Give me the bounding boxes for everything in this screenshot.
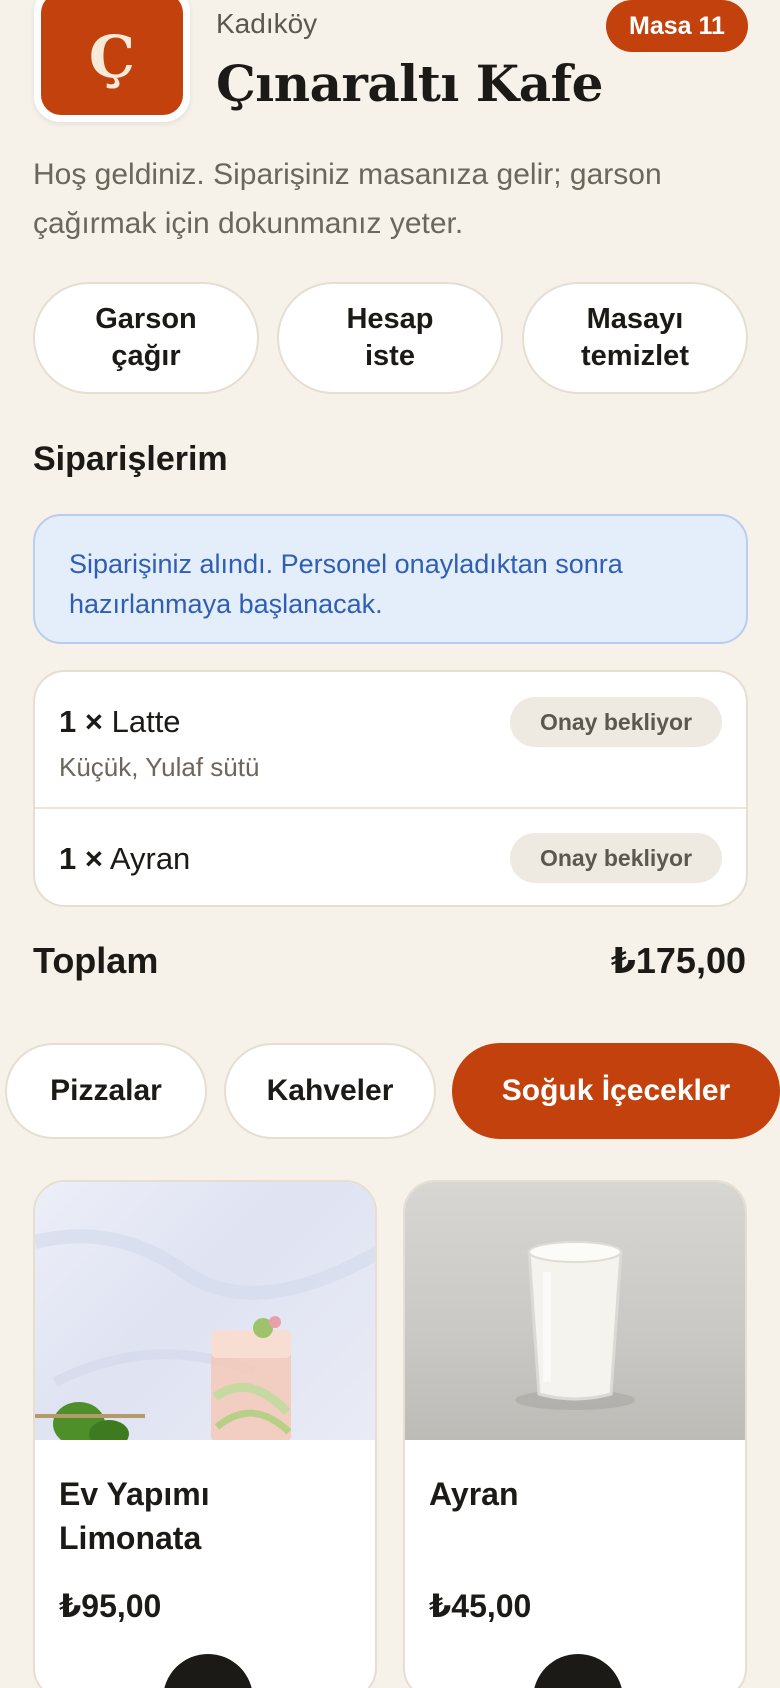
product-price: ₺45,00 xyxy=(429,1588,532,1624)
order-item: 1 × Ayran Onay bekliyor xyxy=(35,809,746,905)
order-item-qty: 1 × xyxy=(59,841,103,876)
add-to-cart-button[interactable] xyxy=(163,1654,253,1688)
call-waiter-button[interactable]: Garson çağır xyxy=(33,282,259,394)
product-card[interactable]: Ev Yapımı Limonata ₺95,00 xyxy=(33,1180,377,1688)
total-label: Toplam xyxy=(33,940,159,981)
ayran-illustration xyxy=(515,1241,635,1410)
orders-title: Siparişlerim xyxy=(33,440,228,478)
order-list: 1 × Latte Küçük, Yulaf sütü Onay bekliyo… xyxy=(33,670,748,907)
tab-kahveler[interactable]: Kahveler xyxy=(224,1043,436,1139)
lemonade-photo xyxy=(35,1182,375,1440)
order-item-qty: 1 × xyxy=(59,704,103,739)
total-value: ₺175,00 xyxy=(610,940,746,981)
cafe-name: Çınaraltı Kafe xyxy=(216,54,603,113)
header: Ç Kadıköy Çınaraltı Kafe Masa 11 xyxy=(0,0,780,140)
product-price: ₺95,00 xyxy=(59,1588,162,1624)
order-item-options: Küçük, Yulaf sütü xyxy=(59,752,260,782)
welcome-text: Hoş geldiniz. Siparişiniz masanıza gelir… xyxy=(33,158,662,240)
request-bill-button[interactable]: Hesap iste xyxy=(277,282,503,394)
status-badge: Onay bekliyor xyxy=(510,697,722,747)
tab-pizzalar[interactable]: Pizzalar xyxy=(5,1043,207,1139)
ayran-photo xyxy=(405,1182,745,1440)
product-name: Ev Yapımı Limonata xyxy=(59,1476,210,1556)
clean-table-button[interactable]: Masayı temizlet xyxy=(522,282,748,394)
order-item-title: 1 × Ayran xyxy=(59,841,190,877)
order-item-name: Ayran xyxy=(109,841,191,876)
district-label: Kadıköy xyxy=(216,8,318,39)
action-buttons: Garson çağır Hesap iste Masayı temizlet xyxy=(33,282,748,394)
category-tabs: Pizzalar Kahveler Soğuk İçecekler xyxy=(0,1043,780,1139)
order-notice: Siparişiniz alındı. Personel onayladıkta… xyxy=(33,514,748,644)
order-item-name: Latte xyxy=(111,704,181,739)
lemonade-illustration xyxy=(35,1229,375,1440)
order-item: 1 × Latte Küçük, Yulaf sütü Onay bekliyo… xyxy=(35,672,746,809)
order-item-title: 1 × Latte xyxy=(59,704,181,740)
add-to-cart-button[interactable] xyxy=(533,1654,623,1688)
logo-letter: Ç xyxy=(41,0,183,115)
product-name: Ayran xyxy=(429,1476,519,1512)
product-card[interactable]: Ayran ₺45,00 xyxy=(403,1180,747,1688)
table-badge: Masa 11 xyxy=(606,0,748,52)
cafe-logo: Ç xyxy=(34,0,190,122)
status-badge: Onay bekliyor xyxy=(510,833,722,883)
tab-soguk-icecekler[interactable]: Soğuk İçecekler xyxy=(452,1043,780,1139)
